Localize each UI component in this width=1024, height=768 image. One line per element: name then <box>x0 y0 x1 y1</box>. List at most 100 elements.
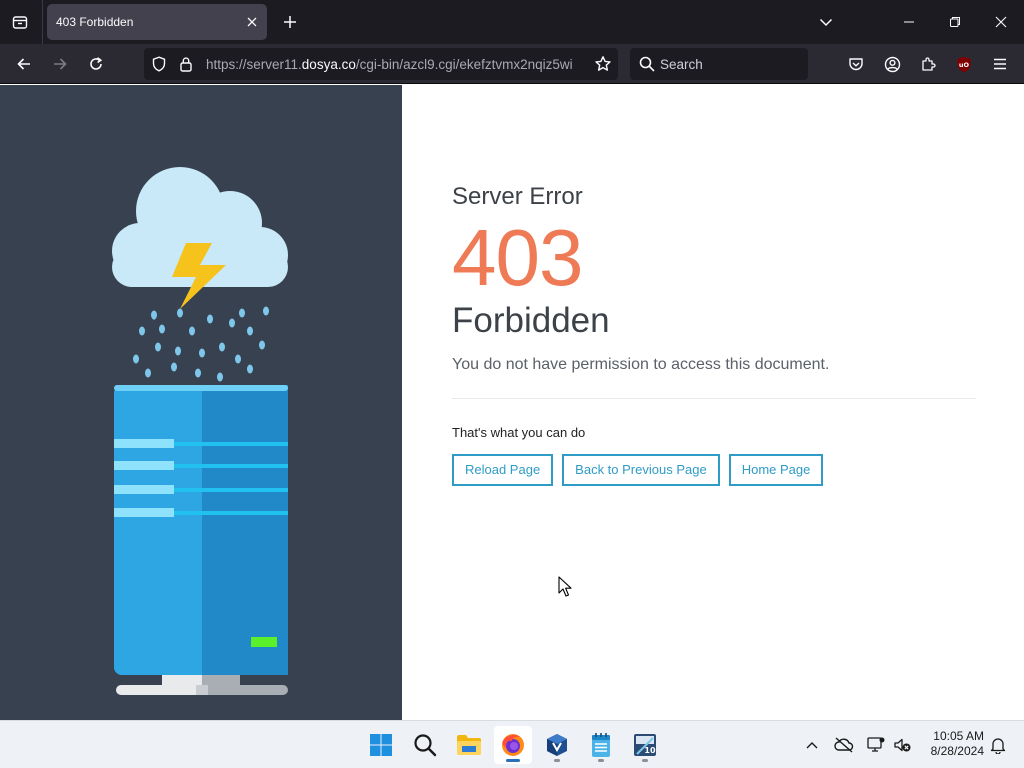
options-label: That's what you can do <box>452 425 586 440</box>
app-menu-button[interactable] <box>986 50 1014 78</box>
plus-icon <box>284 16 296 28</box>
firefox-view-button[interactable] <box>6 8 34 36</box>
notifications-button[interactable] <box>986 733 1010 757</box>
status-light <box>251 637 277 647</box>
running-indicator <box>506 759 520 762</box>
clock-date: 8/28/2024 <box>930 744 984 758</box>
extensions-button[interactable] <box>914 50 942 78</box>
arrow-right-icon <box>54 58 67 70</box>
action-buttons: Reload Page Back to Previous Page Home P… <box>452 454 976 486</box>
error-title: Forbidden <box>452 301 610 340</box>
folder-icon <box>457 735 481 755</box>
running-indicator <box>642 759 648 762</box>
speaker-muted-icon <box>894 738 911 752</box>
taskbar-search-button[interactable] <box>406 726 444 764</box>
chevron-up-icon <box>806 742 818 749</box>
server-storm-illustration <box>112 167 288 695</box>
reload-page-button[interactable]: Reload Page <box>452 454 554 486</box>
cloud-offline-icon <box>834 737 854 753</box>
notepad-icon <box>592 733 610 757</box>
navigation-toolbar: https://server11.dosya.co/cgi-bin/azcl9.… <box>0 44 1024 84</box>
error-content: Server Error 403 Forbidden You do not ha… <box>452 183 976 486</box>
star-icon <box>595 56 611 71</box>
search-icon <box>414 734 437 757</box>
running-indicator <box>554 759 560 762</box>
taskbar-firefox[interactable] <box>494 726 532 764</box>
network-icon <box>867 737 885 752</box>
chevron-down-icon <box>819 18 833 27</box>
back-to-previous-page-button[interactable]: Back to Previous Page <box>562 454 720 486</box>
search-icon <box>639 56 655 72</box>
url-text[interactable]: https://server11.dosya.co/cgi-bin/azcl9.… <box>206 57 586 72</box>
restore-button[interactable] <box>934 6 976 38</box>
search-bar[interactable]: Search <box>630 48 808 80</box>
ublock-origin-button[interactable]: uO <box>950 50 978 78</box>
virtualbox-icon <box>547 734 567 756</box>
account-button[interactable] <box>878 50 906 78</box>
arrow-left-icon <box>17 58 30 70</box>
tab-title: 403 Forbidden <box>56 15 134 29</box>
pocket-button[interactable] <box>842 50 870 78</box>
ublock-origin-icon: uO <box>957 56 971 72</box>
show-hidden-icons-button[interactable] <box>800 733 824 757</box>
url-path: /cgi-bin/azcl9.cgi/ekefztvmx2nqiz5wi <box>355 57 573 72</box>
restore-icon <box>950 17 960 27</box>
lock-icon <box>180 57 192 72</box>
close-icon <box>995 16 1007 28</box>
svg-text:10: 10 <box>644 746 656 755</box>
reload-icon <box>90 57 103 70</box>
search-placeholder: Search <box>660 57 703 72</box>
url-domain: dosya.co <box>301 57 356 72</box>
illustration-panel <box>0 85 402 720</box>
server-icon <box>114 385 288 695</box>
bell-icon <box>990 738 1006 754</box>
shield-icon <box>152 56 166 72</box>
taskbar-virtualbox[interactable] <box>538 726 576 764</box>
network-tray[interactable] <box>864 733 888 757</box>
site-security-lock-icon[interactable] <box>177 55 195 73</box>
calculator-icon: 10 <box>634 734 656 756</box>
reload-button[interactable] <box>82 50 110 78</box>
url-bar[interactable]: https://server11.dosya.co/cgi-bin/azcl9.… <box>144 48 618 80</box>
taskbar: 10 10:05 AM 8/28/2024 <box>0 720 1024 768</box>
svg-text:uO: uO <box>959 60 970 68</box>
back-button[interactable] <box>10 50 38 78</box>
firefox-icon <box>502 734 524 756</box>
bookmark-star-button[interactable] <box>594 55 612 73</box>
running-indicator <box>598 759 604 762</box>
hamburger-menu-icon <box>994 58 1006 70</box>
system-clock[interactable]: 10:05 AM 8/28/2024 <box>920 729 984 759</box>
taskbar-calculator[interactable]: 10 <box>626 726 664 764</box>
list-all-tabs-button[interactable] <box>814 10 838 34</box>
tab-close-button[interactable] <box>243 13 261 31</box>
home-page-button[interactable]: Home Page <box>728 454 824 486</box>
tracking-protection-shield-icon[interactable] <box>150 55 168 73</box>
firefox-view-icon <box>12 16 28 29</box>
windows-start-icon <box>370 734 392 756</box>
minimize-button[interactable] <box>888 6 930 38</box>
volume-tray[interactable] <box>890 733 914 757</box>
url-prefix: https://server11. <box>206 57 302 72</box>
clock-time: 10:05 AM <box>933 729 984 743</box>
start-button[interactable] <box>362 726 400 764</box>
error-description: You do not have permission to access thi… <box>452 356 830 373</box>
mouse-cursor-icon <box>558 576 572 597</box>
new-tab-button[interactable] <box>278 10 302 34</box>
pocket-icon <box>849 58 863 71</box>
error-code: 403 <box>452 213 583 302</box>
close-icon <box>247 17 257 27</box>
taskbar-file-explorer[interactable] <box>450 726 488 764</box>
puzzle-icon <box>922 57 936 71</box>
tab-active[interactable]: 403 Forbidden <box>47 4 267 40</box>
forward-button[interactable] <box>46 50 74 78</box>
web-page: Server Error 403 Forbidden You do not ha… <box>0 85 1024 720</box>
divider <box>452 398 976 399</box>
rain-drops <box>133 306 269 382</box>
close-window-button[interactable] <box>980 6 1022 38</box>
minimize-icon <box>904 21 914 23</box>
tab-separator <box>42 0 43 44</box>
taskbar-notepad[interactable] <box>582 726 620 764</box>
onedrive-tray[interactable] <box>832 733 856 757</box>
account-icon <box>884 56 900 72</box>
error-kicker: Server Error <box>452 183 583 210</box>
